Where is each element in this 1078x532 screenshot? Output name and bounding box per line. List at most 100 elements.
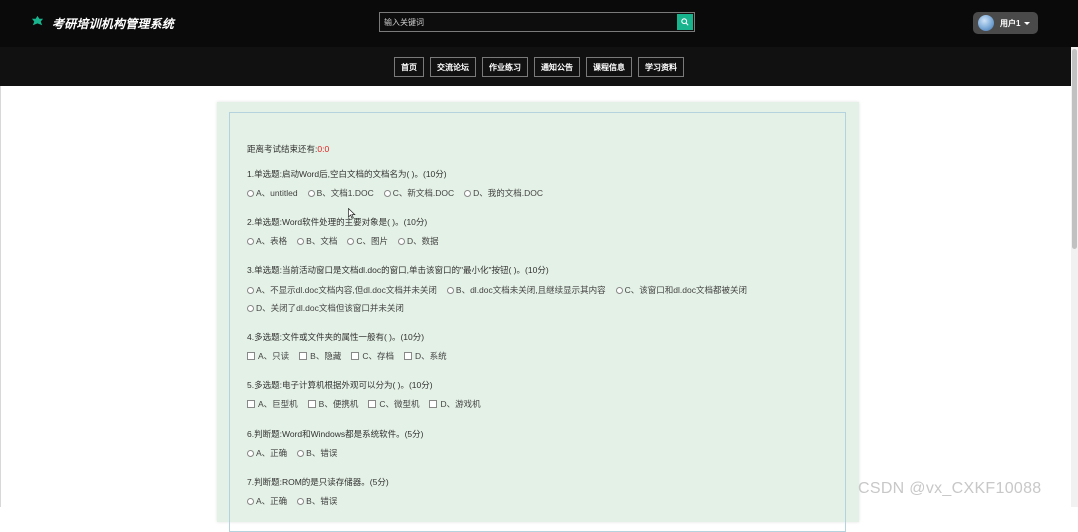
page-edge xyxy=(0,86,1,507)
radio-button[interactable] xyxy=(383,189,391,197)
option-2c[interactable]: C、图片 xyxy=(347,235,388,247)
radio-button[interactable] xyxy=(446,286,454,294)
option-5d[interactable]: D、游戏机 xyxy=(429,398,481,410)
option-3c[interactable]: C、该窗口和dl.doc文档都被关闭 xyxy=(615,284,747,296)
user-menu-button[interactable]: 用户1 xyxy=(973,12,1038,34)
option-2a[interactable]: A、表格 xyxy=(247,235,287,247)
option-2d[interactable]: D、数据 xyxy=(397,235,439,247)
radio-button[interactable] xyxy=(397,237,405,245)
option-label: C、微型机 xyxy=(379,399,420,409)
nav-homework[interactable]: 作业练习 xyxy=(482,56,528,77)
main-nav: 首页 交流论坛 作业练习 通知公告 课程信息 学习资料 xyxy=(0,47,1078,86)
user-name: 用户1 xyxy=(1000,18,1021,28)
option-label: B、文档1.DOC xyxy=(316,188,374,198)
checkbox[interactable] xyxy=(403,352,412,360)
watermark: CSDN @vx_CXKF10088 xyxy=(858,480,1042,497)
nav-notices[interactable]: 通知公告 xyxy=(534,56,580,77)
radio-button[interactable] xyxy=(247,286,254,294)
timer-value: 0:0 xyxy=(317,144,330,154)
option-7a[interactable]: A、正确 xyxy=(247,495,287,507)
question-4-options: A、只读 B、隐藏 C、存档 D、系统 xyxy=(247,350,457,362)
question-7-title: 7.判断题:ROM的是只读存储器。(5分) xyxy=(247,477,389,487)
exam-timer: 距离考试结束还有:0:0 xyxy=(247,143,329,155)
option-1c[interactable]: C、新文档.DOC xyxy=(383,187,455,199)
option-label: B、文档 xyxy=(306,236,338,246)
checkbox[interactable] xyxy=(247,352,255,360)
option-label: D、数据 xyxy=(406,236,439,246)
nav-materials[interactable]: 学习资料 xyxy=(638,56,684,77)
radio-button[interactable] xyxy=(247,497,254,505)
option-label: D、游戏机 xyxy=(440,399,481,409)
option-1a[interactable]: A、untitled xyxy=(247,187,298,199)
option-label: A、untitled xyxy=(256,188,298,198)
option-label: C、新文档.DOC xyxy=(392,188,455,198)
option-label: D、关闭了dl.doc文档但该窗口并未关闭 xyxy=(256,303,404,313)
radio-button[interactable] xyxy=(615,286,623,294)
radio-button[interactable] xyxy=(464,189,472,197)
option-6a[interactable]: A、正确 xyxy=(247,447,287,459)
radio-button[interactable] xyxy=(247,237,254,245)
option-4b[interactable]: B、隐藏 xyxy=(299,350,341,362)
question-2-options: A、表格 B、文档 C、图片 D、数据 xyxy=(247,235,449,247)
app-title: 考研培训机构管理系统 xyxy=(52,17,175,31)
avatar xyxy=(978,15,994,31)
question-3-title: 3.单选题:当前活动窗口是文档dl.doc的窗口,单击该窗口的"最小化"按钮( … xyxy=(247,265,549,275)
search-icon xyxy=(681,18,689,26)
radio-button[interactable] xyxy=(297,237,305,245)
scrollbar-thumb[interactable] xyxy=(1072,49,1077,249)
option-5b[interactable]: B、便携机 xyxy=(307,398,359,410)
option-label: B、隐藏 xyxy=(310,351,342,361)
option-label: C、存档 xyxy=(362,351,394,361)
checkbox[interactable] xyxy=(429,400,438,408)
option-5c[interactable]: C、微型机 xyxy=(368,398,419,410)
checkbox[interactable] xyxy=(351,352,360,360)
question-3-options-row2: D、关闭了dl.doc文档但该窗口并未关闭 xyxy=(247,302,414,314)
option-4a[interactable]: A、只读 xyxy=(247,350,289,362)
page-scrollbar[interactable] xyxy=(1071,47,1078,507)
logo-icon xyxy=(31,15,44,26)
radio-button[interactable] xyxy=(247,304,254,312)
option-3a[interactable]: A、不显示dl.doc文档内容,但dl.doc文档并未关闭 xyxy=(247,284,437,296)
radio-button[interactable] xyxy=(247,449,254,457)
nav-courses[interactable]: 课程信息 xyxy=(586,56,632,77)
mouse-cursor-icon xyxy=(348,208,356,219)
top-header: 考研培训机构管理系统 用户1 xyxy=(0,0,1078,47)
option-6b[interactable]: B、错误 xyxy=(297,447,337,459)
radio-button[interactable] xyxy=(247,189,254,197)
option-label: C、该窗口和dl.doc文档都被关闭 xyxy=(624,285,747,295)
option-1d[interactable]: D、我的文档.DOC xyxy=(464,187,543,199)
option-label: B、便携机 xyxy=(318,399,359,409)
option-label: A、正确 xyxy=(256,448,288,458)
checkbox[interactable] xyxy=(247,400,255,408)
option-3b[interactable]: B、dl.doc文档未关闭,且继续显示其内容 xyxy=(446,284,606,296)
option-label: A、只读 xyxy=(258,351,290,361)
option-5a[interactable]: A、巨型机 xyxy=(247,398,298,410)
option-label: B、dl.doc文档未关闭,且继续显示其内容 xyxy=(455,285,606,295)
option-7b[interactable]: B、错误 xyxy=(297,495,337,507)
option-1b[interactable]: B、文档1.DOC xyxy=(307,187,374,199)
radio-button[interactable] xyxy=(347,237,355,245)
checkbox[interactable] xyxy=(299,352,308,360)
option-label: A、巨型机 xyxy=(258,399,298,409)
search-input[interactable] xyxy=(384,15,672,29)
search-button[interactable] xyxy=(677,14,693,30)
radio-button[interactable] xyxy=(307,189,315,197)
option-label: A、表格 xyxy=(256,236,288,246)
nav-home[interactable]: 首页 xyxy=(394,56,424,77)
option-2b[interactable]: B、文档 xyxy=(297,235,337,247)
question-7-options: A、正确 B、错误 xyxy=(247,495,347,507)
chevron-down-icon xyxy=(1024,21,1031,25)
option-label: A、不显示dl.doc文档内容,但dl.doc文档并未关闭 xyxy=(256,285,437,295)
checkbox[interactable] xyxy=(307,400,316,408)
option-3d[interactable]: D、关闭了dl.doc文档但该窗口并未关闭 xyxy=(247,302,404,314)
radio-button[interactable] xyxy=(297,449,305,457)
radio-button[interactable] xyxy=(297,497,305,505)
question-5-title: 5.多选题:电子计算机根据外观可以分为( )。(10分) xyxy=(247,380,433,390)
checkbox[interactable] xyxy=(368,400,377,408)
option-label: B、错误 xyxy=(306,448,338,458)
option-4c[interactable]: C、存档 xyxy=(351,350,394,362)
option-label: A、正确 xyxy=(256,496,288,506)
option-4d[interactable]: D、系统 xyxy=(403,350,447,362)
question-1-title: 1.单选题:启动Word后,空白文档的文档名为( )。(10分) xyxy=(247,169,447,179)
nav-forum[interactable]: 交流论坛 xyxy=(430,56,476,77)
